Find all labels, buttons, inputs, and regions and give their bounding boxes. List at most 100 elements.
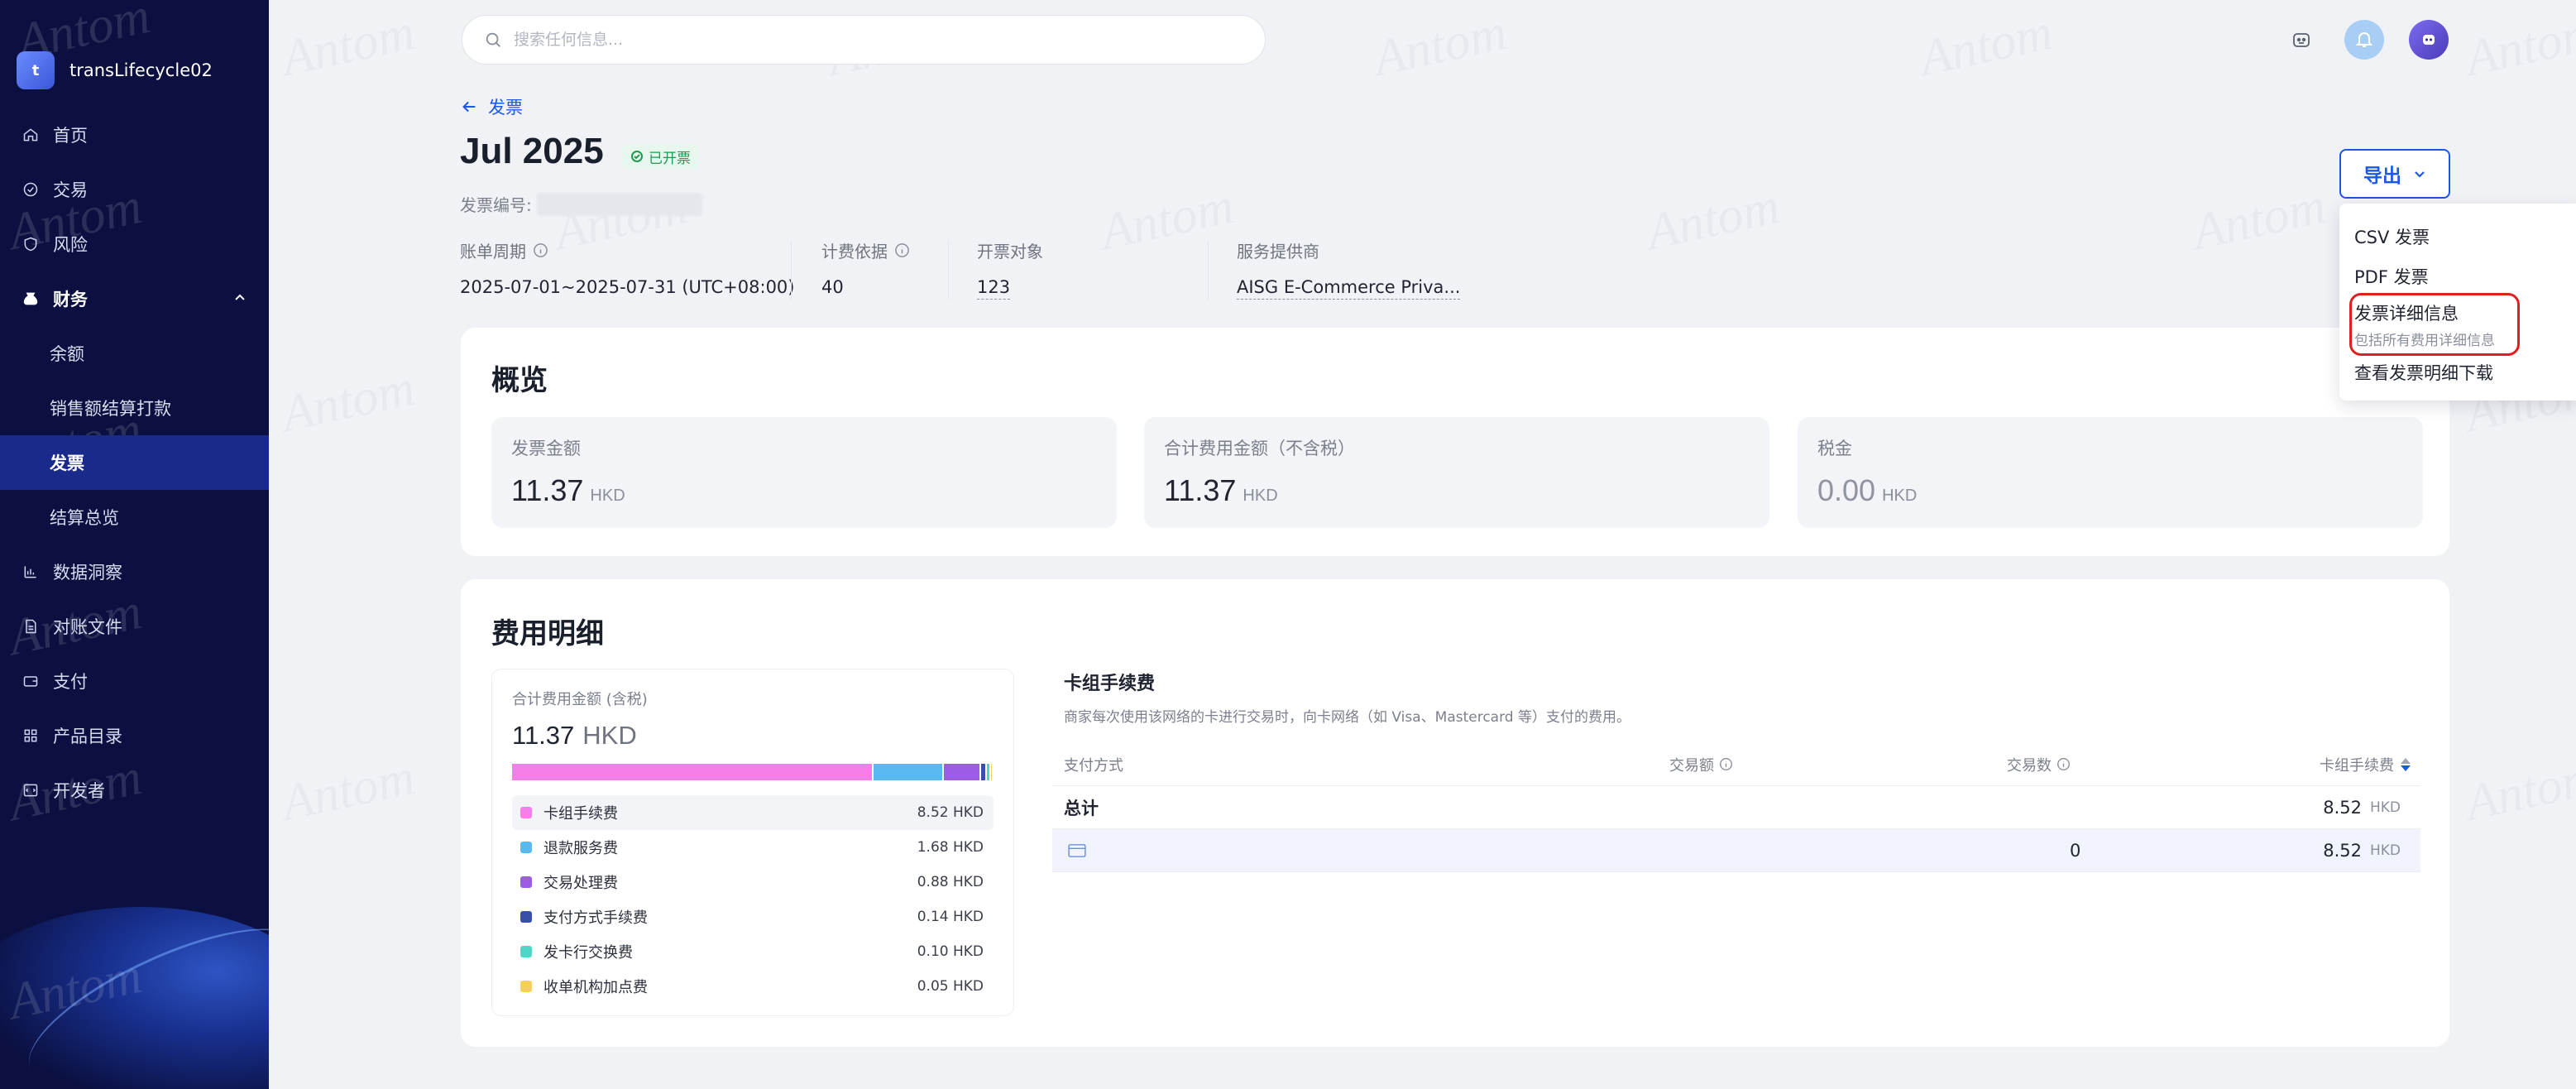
legend-swatch — [520, 876, 532, 888]
info-icon[interactable] — [533, 242, 548, 258]
info-icon[interactable] — [2056, 757, 2071, 771]
back-link[interactable]: 发票 — [460, 94, 523, 119]
fee-legend-item[interactable]: 卡组手续费 8.52 HKD — [512, 795, 994, 830]
search-bar[interactable] — [462, 15, 1266, 65]
fee-value: 8.52 — [2323, 797, 2362, 818]
legend-amount: 0.10 HKD — [917, 943, 984, 960]
user-avatar[interactable] — [2409, 20, 2449, 60]
legend-swatch — [520, 946, 532, 957]
service-provider-value[interactable]: AISG E-Commerce Priva... — [1237, 277, 1461, 300]
sidebar-item-settlement-overview[interactable]: 结算总览 — [0, 490, 269, 544]
info-icon[interactable] — [1719, 757, 1733, 771]
highlight-annotation — [2349, 293, 2520, 356]
fee-bar-segment — [512, 764, 872, 780]
watermark: Antom — [276, 359, 420, 444]
page-title: Jul 2025 — [460, 131, 604, 171]
fee-legend-item[interactable]: 发卡行交换费 0.10 HKD — [512, 934, 994, 969]
tax-stat: 税金 0.00 HKD — [1798, 417, 2423, 528]
search-input[interactable] — [514, 31, 1175, 49]
sort-icon[interactable] — [2401, 757, 2411, 771]
sidebar-item-balance[interactable]: 余额 — [0, 326, 269, 381]
fee-breakdown: 合计费用金额 (含税) 11.37 HKD 卡组手续费 8.52 HKD 退款服务费 1… — [491, 669, 1014, 1016]
stat-value: 11.37 — [511, 473, 584, 507]
overview-title: 概览 — [491, 364, 548, 397]
legend-label: 收单机构加点费 — [543, 979, 648, 996]
fee-table: 支付方式 交易额 交易数 卡组手续费 总计 8.52 HKD 0 8.52 HKD — [1052, 743, 2420, 872]
billing-basis-value: 40 — [821, 277, 844, 297]
fee-legend-item[interactable]: 交易处理费 0.88 HKD — [512, 865, 994, 900]
invoice-number-redacted — [536, 192, 702, 216]
col-payment-method: 支付方式 — [1064, 756, 1123, 775]
sidebar-item-settlement-payout[interactable]: 销售额结算打款 — [0, 381, 269, 435]
fee-legend-item[interactable]: 收单机构加点费 0.05 HKD — [512, 969, 994, 1004]
sidebar-item-home[interactable]: 首页 — [0, 108, 269, 162]
invoice-number-label: 发票编号: — [460, 195, 532, 215]
sidebar-item-developers[interactable]: 开发者 — [0, 763, 269, 818]
legend-label: 卡组手续费 — [543, 805, 618, 823]
sidebar-item-product-catalog[interactable]: 产品目录 — [0, 708, 269, 763]
info-icon[interactable] — [894, 242, 910, 258]
chevron-up-icon — [235, 294, 245, 300]
col-label: 交易额 — [1669, 756, 1714, 775]
org-switcher[interactable]: t transLifecycle02 — [17, 51, 213, 89]
sidebar-item-risk[interactable]: 风险 — [0, 217, 269, 271]
sidebar-item-transactions[interactable]: 交易 — [0, 162, 269, 217]
legend-label: 交易处理费 — [543, 875, 618, 892]
watermark: Antom — [276, 748, 420, 832]
file-icon — [22, 617, 40, 636]
status-label: 已开票 — [649, 150, 691, 167]
fee-bar-segment — [871, 764, 943, 780]
fee-legend-item[interactable]: 支付方式手续费 0.14 HKD — [512, 900, 994, 934]
watermark: Antom — [2460, 748, 2576, 832]
stat-currency: HKD — [590, 487, 625, 505]
stat-label: 税金 — [1817, 439, 1852, 458]
bell-icon — [2355, 32, 2373, 47]
menu-item-view-downloads[interactable]: 查看发票明细下载 — [2339, 353, 2576, 392]
sidebar-item-label: 对账文件 — [53, 617, 122, 637]
fee-legend-item[interactable]: 退款服务费 1.68 HKD — [512, 830, 994, 865]
sidebar-item-data-insights[interactable]: 数据洞察 — [0, 544, 269, 599]
notifications-button[interactable] — [2344, 20, 2384, 60]
sidebar-item-invoices[interactable]: 发票 — [0, 435, 269, 490]
col-transaction-count: 交易数 — [2007, 754, 2071, 775]
table-row[interactable]: 0 8.52 HKD — [1052, 829, 2420, 872]
billing-period: 账单周期 2025-07-01~2025-07-31 (UTC+08:00) — [460, 238, 795, 297]
check-circle-icon — [631, 151, 643, 162]
transaction-count: 0 — [2070, 840, 2081, 861]
fee-bar-segment — [989, 764, 992, 780]
shield-icon — [22, 235, 40, 253]
legend-amount: 1.68 HKD — [917, 839, 984, 856]
finance-icon — [22, 290, 40, 308]
bill-to: 开票对象 123 — [977, 238, 1043, 300]
menu-item-csv-invoice[interactable]: CSV 发票 — [2339, 217, 2576, 257]
fee-detail-description: 商家每次使用该网络的卡进行交易时，向卡网络（如 Visa、Mastercard … — [1064, 709, 1630, 726]
divider — [948, 240, 949, 300]
breakdown-currency: HKD — [582, 721, 637, 750]
sidebar-item-label: 产品目录 — [53, 727, 122, 746]
invoice-amount-stat: 发票金额 11.37 HKD — [491, 417, 1117, 528]
wallet-icon — [22, 672, 40, 690]
col-scheme-fee[interactable]: 卡组手续费 — [2320, 754, 2411, 775]
legend-amount: 0.14 HKD — [917, 909, 984, 925]
grid-icon — [22, 727, 40, 745]
billing-basis: 计费依据 40 — [821, 238, 910, 297]
bill-to-value[interactable]: 123 — [977, 277, 1011, 300]
sidebar-item-label: 财务 — [53, 290, 88, 309]
sidebar-item-reconciliation[interactable]: 对账文件 — [0, 599, 269, 654]
assistant-button[interactable] — [2282, 20, 2321, 60]
legend-swatch — [520, 911, 532, 923]
sidebar-item-finance[interactable]: 财务 — [0, 271, 269, 326]
sidebar-item-label: 数据洞察 — [53, 563, 122, 583]
table-row-total: 总计 8.52 HKD — [1052, 786, 2420, 829]
total-fees-stat: 合计费用金额（不含税） 11.37 HKD — [1144, 417, 1769, 528]
total-label: 总计 — [1064, 798, 1099, 818]
legend-swatch — [520, 842, 532, 853]
export-button[interactable]: 导出 — [2339, 149, 2450, 199]
menu-item-pdf-invoice[interactable]: PDF 发票 — [2339, 257, 2576, 296]
sidebar-item-payments[interactable]: 支付 — [0, 654, 269, 708]
watermark: Antom — [276, 3, 420, 88]
org-avatar: t — [17, 51, 55, 89]
breakdown-total: 11.37 — [512, 721, 575, 750]
sidebar-nav: 首页 交易 风险 财务 余额 销售额结算打款 发票 结算总览 数据洞察 对账文件… — [0, 108, 269, 818]
sidebar-item-label: 销售额结算打款 — [50, 399, 171, 419]
